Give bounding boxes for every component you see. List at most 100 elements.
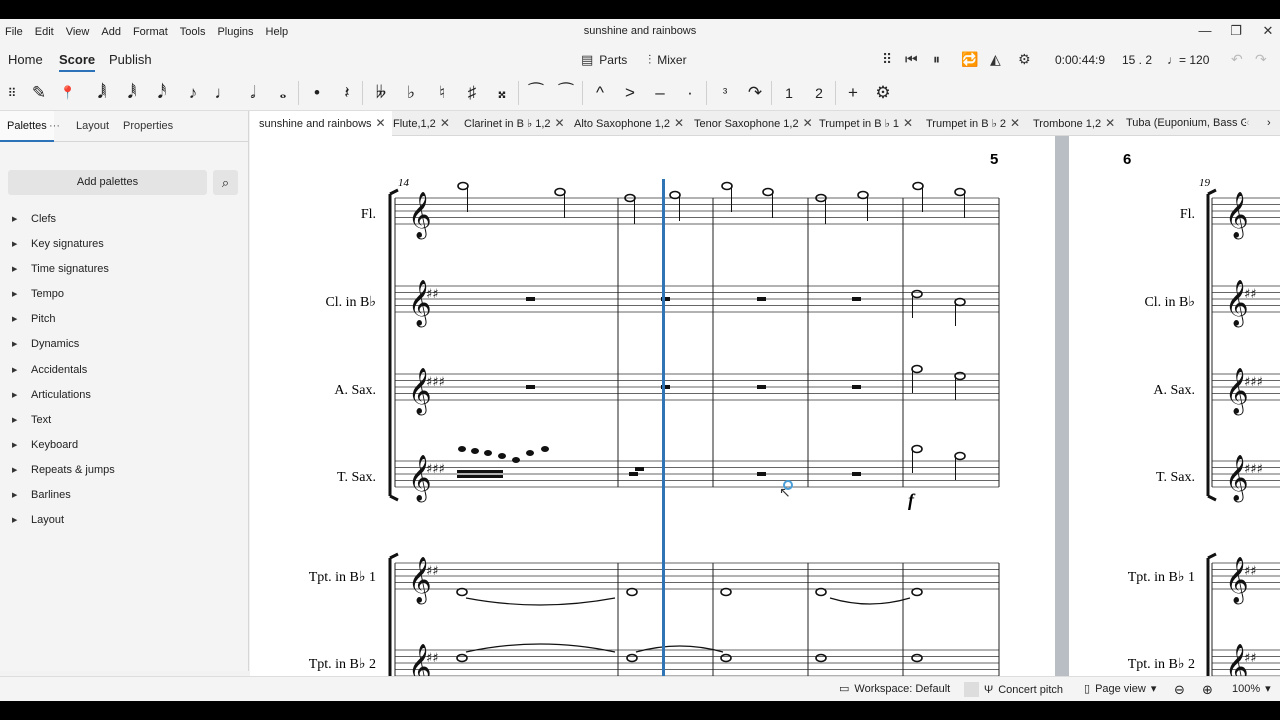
palette-item-dynamics[interactable]: ▶ Dynamics [0, 332, 249, 357]
score-tab-trumpet-1[interactable]: Trumpet in B ♭ 1 ✕ [813, 111, 919, 136]
tabs-scroll-right-icon[interactable]: › [1267, 111, 1271, 136]
mixer-button[interactable]: ⫶ Mixer [648, 52, 687, 68]
menu-edit[interactable]: Edit [29, 26, 60, 38]
concert-pitch-toggle[interactable]: Ψ Concert pitch [964, 682, 1063, 697]
palette-item-tempo[interactable]: ▶ Tempo [0, 282, 249, 307]
concert-pitch-checkbox[interactable] [964, 682, 979, 697]
16th-note-icon[interactable]: 𝅘𝅥𝅰 [150, 81, 174, 105]
palette-item-repeats-jumps[interactable]: ▶ Repeats & jumps [0, 458, 249, 483]
tempo-display[interactable]: = 120 [1179, 53, 1209, 67]
palette-item-pitch[interactable]: ▶ Pitch [0, 307, 249, 332]
palette-item-barlines[interactable]: ▶ Barlines [0, 483, 249, 508]
rewind-icon[interactable]: ⏮ [905, 51, 918, 68]
score-tab-alto-sax[interactable]: Alto Saxophone 1,2 ✕ [568, 111, 690, 136]
palette-item-clefs[interactable]: ▶ Clefs [0, 207, 249, 232]
palette-item-key-signatures[interactable]: ▶ Key signatures [0, 232, 249, 257]
marcato-icon[interactable]: ^ [588, 81, 612, 105]
tab-home[interactable]: Home [8, 49, 43, 70]
close-icon[interactable]: ✕ [903, 116, 913, 130]
menu-tools[interactable]: Tools [174, 26, 212, 38]
play-pause-icon[interactable]: ⏸ [933, 51, 940, 68]
64th-note-icon[interactable]: 𝅘𝅥𝅲 [90, 81, 114, 105]
double-flat-icon[interactable]: 𝄫 [369, 81, 393, 105]
score-tab-trumpet-2[interactable]: Trumpet in B ♭ 2 ✕ [920, 111, 1026, 136]
natural-icon[interactable]: ♮ [430, 81, 454, 105]
menu-view[interactable]: View [60, 26, 96, 38]
parts-button[interactable]: ▤ Parts [581, 52, 627, 68]
flip-direction-icon[interactable]: ↷ [743, 81, 767, 105]
score-tab-main[interactable]: sunshine and rainbows ✕ [250, 111, 392, 136]
palette-item-layout[interactable]: ▶ Layout [0, 508, 249, 533]
drag-handle-icon[interactable]: ⠿ [882, 51, 892, 68]
pin-icon[interactable]: 📍 [56, 81, 80, 105]
tuplet-icon[interactable]: ³ [713, 81, 737, 105]
tab-properties[interactable]: Properties [116, 111, 180, 142]
restore-button[interactable]: ❐ [1226, 23, 1246, 39]
panel-more-icon[interactable]: ··· [42, 111, 67, 142]
menu-file[interactable]: File [0, 26, 29, 38]
palette-item-articulations[interactable]: ▶ Articulations [0, 383, 249, 408]
close-icon[interactable]: ✕ [376, 116, 386, 130]
quarter-note-icon[interactable]: ♩ [211, 81, 235, 105]
menu-format[interactable]: Format [127, 26, 174, 38]
close-window-button[interactable]: ✕ [1258, 23, 1278, 39]
tab-layout[interactable]: Layout [69, 111, 116, 142]
metronome-icon[interactable]: ◭ [990, 51, 1001, 68]
note-input-mode-icon[interactable]: ✎ [27, 81, 51, 105]
eighth-note-icon[interactable]: ♪ [181, 81, 205, 105]
tab-publish[interactable]: Publish [109, 49, 152, 70]
staccato-icon[interactable]: · [678, 81, 702, 105]
accent-icon[interactable]: > [618, 81, 642, 105]
score-tab-trombone[interactable]: Trombone 1,2 ✕ [1027, 111, 1121, 136]
tie-icon[interactable]: ⁀ [524, 81, 548, 105]
double-sharp-icon[interactable]: 𝄪 [490, 81, 514, 105]
zoom-dropdown[interactable]: 100% ▾ [1232, 682, 1271, 696]
close-icon[interactable]: ✕ [803, 116, 813, 130]
search-icon[interactable]: ⌕ [213, 170, 238, 195]
32nd-note-icon[interactable]: 𝅘𝅥𝅱 [120, 81, 144, 105]
playback-settings-icon[interactable]: ⚙ [1018, 51, 1031, 68]
score-tab-tenor-sax[interactable]: Tenor Saxophone 1,2 ✕ [688, 111, 819, 136]
playback-cursor[interactable] [662, 179, 665, 695]
view-mode-dropdown[interactable]: ▯ Page view ▾ [1084, 682, 1156, 696]
menu-add[interactable]: Add [95, 26, 127, 38]
toolbar-handle-icon[interactable]: ⠿ [0, 81, 24, 105]
palette-item-text[interactable]: ▶ Text [0, 408, 249, 433]
close-icon[interactable]: ✕ [1105, 116, 1115, 130]
add-palettes-button[interactable]: Add palettes [8, 170, 207, 195]
close-icon[interactable]: ✕ [674, 116, 684, 130]
palette-item-keyboard[interactable]: ▶ Keyboard [0, 433, 249, 458]
tab-score[interactable]: Score [59, 49, 96, 72]
slur-icon[interactable]: ⁀ [554, 81, 578, 105]
half-note-icon[interactable]: 𝅗𝅥 [241, 81, 265, 105]
whole-note-icon[interactable]: 𝅝 [271, 81, 295, 105]
score-tab-clarinet[interactable]: Clarinet in B ♭ 1,2 ✕ [458, 111, 571, 136]
augmentation-dot-icon[interactable]: • [305, 81, 329, 105]
zoom-in-icon[interactable]: ⊕ [1202, 682, 1213, 698]
workspace-selector[interactable]: ▭ Workspace: Default [839, 682, 950, 696]
add-icon[interactable]: + [841, 81, 865, 105]
score-tab-flute[interactable]: Flute,1,2 ✕ [387, 111, 456, 136]
tenuto-icon[interactable]: – [648, 81, 672, 105]
zoom-out-icon[interactable]: ⊖ [1174, 682, 1185, 698]
voice-2-icon[interactable]: 2 [807, 81, 831, 105]
menu-plugins[interactable]: Plugins [211, 26, 259, 38]
menu-help[interactable]: Help [260, 26, 295, 38]
toolbar-settings-icon[interactable]: ⚙ [871, 81, 895, 105]
minimize-button[interactable]: — [1195, 23, 1215, 38]
score-canvas[interactable]: 𝄞 𝄞 𝄞 𝄞 𝄞 𝄞 𝄞 𝄞 𝄞 𝄞 𝄞 𝄞 ♯♯ ♯♯ ♯♯♯ ♯♯♯ ♯♯♯ ♯♯♯ ♯♯ ♯♯ ♯♯ ♯♯ 14 … [250, 136, 1280, 695]
close-icon[interactable]: ✕ [440, 116, 450, 130]
close-icon[interactable]: ✕ [1010, 116, 1020, 130]
flat-icon[interactable]: ♭ [399, 81, 423, 105]
close-icon[interactable]: ✕ [555, 116, 565, 130]
loop-icon[interactable]: 🔁 [961, 51, 978, 68]
sharp-icon[interactable]: ♯ [460, 81, 484, 105]
score-tab-tuba[interactable]: Tuba (Euponium, Bass Gut [1120, 111, 1246, 136]
redo-icon[interactable]: ↷ [1255, 51, 1267, 68]
voice-1-icon[interactable]: 1 [777, 81, 801, 105]
palette-item-time-signatures[interactable]: ▶ Time signatures [0, 257, 249, 282]
rest-icon[interactable]: 𝄽 [335, 81, 359, 105]
tabs-scroll-left-icon[interactable]: ‹ [1246, 111, 1250, 136]
palette-item-accidentals[interactable]: ▶ Accidentals [0, 358, 249, 383]
undo-icon[interactable]: ↶ [1231, 51, 1243, 68]
